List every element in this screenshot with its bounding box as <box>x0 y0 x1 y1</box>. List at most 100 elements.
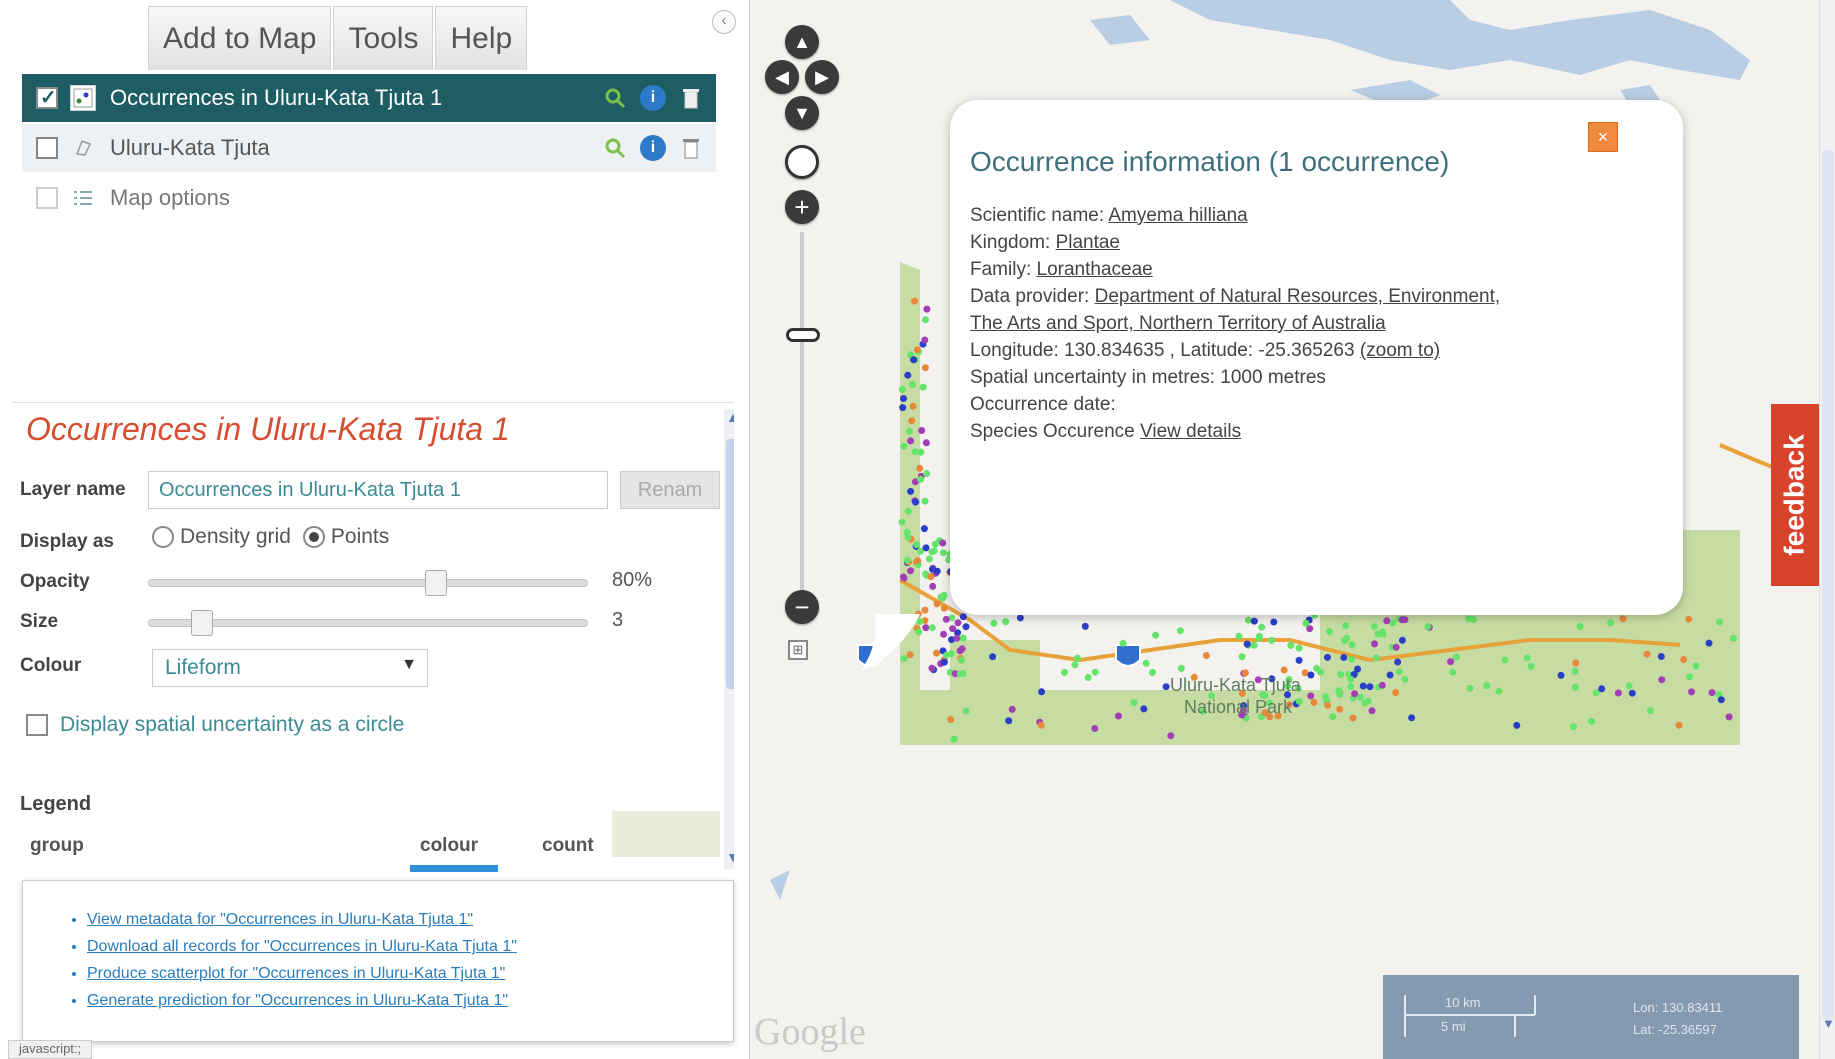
zoom-world-button[interactable] <box>785 145 819 179</box>
occurrence-point[interactable] <box>1685 615 1693 623</box>
map-view[interactable]: ▲ ◀ ▶ ▼ + − ⊞ Uluru-Kata Tjuta National … <box>750 0 1835 1059</box>
occurrence-point[interactable] <box>939 549 947 557</box>
occurrence-point[interactable] <box>1628 689 1636 697</box>
occurrence-point[interactable] <box>1084 674 1092 681</box>
occurrence-point[interactable] <box>1238 653 1246 661</box>
occurrence-point[interactable] <box>1366 683 1374 691</box>
occurrence-point[interactable] <box>1325 628 1333 636</box>
legend-header-group[interactable]: group <box>30 835 84 857</box>
occurrence-point[interactable] <box>1341 637 1349 645</box>
occurrence-point[interactable] <box>1310 698 1318 706</box>
produce-scatterplot-link[interactable]: Produce scatterplot for "Occurrences in … <box>87 965 733 983</box>
occurrence-point[interactable] <box>903 556 911 564</box>
occurrence-point[interactable] <box>1081 622 1089 630</box>
occurrence-point[interactable] <box>1313 664 1321 672</box>
occurrence-point[interactable] <box>940 604 948 612</box>
occurrence-point[interactable] <box>913 346 921 354</box>
occurrence-point[interactable] <box>1675 721 1683 729</box>
occurrence-point[interactable] <box>954 619 962 627</box>
chevron-left-icon[interactable]: ‹ <box>712 10 736 34</box>
occurrence-point[interactable] <box>1647 707 1654 715</box>
occurrence-point[interactable] <box>1008 705 1016 713</box>
rename-button[interactable]: Renam <box>620 471 720 509</box>
occurrence-point[interactable] <box>921 497 929 505</box>
size-slider[interactable] <box>148 610 588 636</box>
occurrence-point[interactable] <box>1348 641 1356 649</box>
occurrence-point[interactable] <box>1335 687 1343 695</box>
map-scroll-thumb[interactable] <box>1822 150 1834 1020</box>
scientific-name-link[interactable]: Amyema hilliana <box>1108 205 1247 226</box>
legend-header-colour[interactable]: colour <box>420 835 478 857</box>
occurrence-point[interactable] <box>930 547 938 555</box>
occurrence-point[interactable] <box>922 544 930 552</box>
occurrence-point[interactable] <box>943 651 950 659</box>
occurrence-point[interactable] <box>916 464 924 472</box>
occurrence-point[interactable] <box>1336 705 1344 713</box>
occurrence-point[interactable] <box>1307 692 1315 700</box>
occurrence-point[interactable] <box>1324 653 1331 661</box>
occurrence-point[interactable] <box>956 670 964 678</box>
occurrence-point[interactable] <box>1557 671 1565 679</box>
occurrence-point[interactable] <box>1115 712 1122 720</box>
occurrence-point[interactable] <box>1501 656 1509 664</box>
occurrence-point[interactable] <box>1452 653 1460 661</box>
occurrence-point[interactable] <box>1176 627 1184 635</box>
occurrence-point[interactable] <box>899 404 907 412</box>
feedback-tab[interactable]: feedback <box>1771 404 1819 586</box>
menu-tab-help[interactable]: Help <box>435 6 528 70</box>
occurrence-point[interactable] <box>959 613 967 621</box>
occurrence-point[interactable] <box>958 656 966 664</box>
occurrence-point[interactable] <box>1688 688 1695 696</box>
occurrence-point[interactable] <box>904 533 912 541</box>
opacity-slider-thumb[interactable] <box>424 570 447 596</box>
data-provider-link[interactable]: Department of Natural Resources, Environ… <box>1095 286 1501 307</box>
occurrence-point[interactable] <box>1357 693 1365 701</box>
occurrence-point[interactable] <box>921 336 929 344</box>
occurrence-point[interactable] <box>939 539 947 547</box>
occurrence-point[interactable] <box>940 591 948 599</box>
occurrence-point[interactable] <box>962 623 970 631</box>
occurrence-point[interactable] <box>931 540 939 548</box>
occurrence-point[interactable] <box>940 630 948 638</box>
occurrence-point[interactable] <box>1287 641 1295 649</box>
occurrence-point[interactable] <box>907 437 915 445</box>
occurrence-point[interactable] <box>1658 676 1666 684</box>
occurrence-point[interactable] <box>1295 656 1303 664</box>
occurrence-point[interactable] <box>922 316 930 324</box>
occurrence-point[interactable] <box>1347 683 1355 691</box>
occurrence-point[interactable] <box>918 427 926 434</box>
occurrence-point[interactable] <box>1130 699 1138 706</box>
occurrence-point[interactable] <box>1177 664 1185 672</box>
occurrence-point[interactable] <box>1571 667 1579 675</box>
occurrence-point[interactable] <box>1119 639 1127 647</box>
density-grid-radio[interactable] <box>152 526 174 548</box>
download-records-link[interactable]: Download all records for "Occurrences in… <box>87 938 733 956</box>
occurrence-point[interactable] <box>1571 683 1579 691</box>
occurrence-point[interactable] <box>907 567 915 575</box>
occurrence-point[interactable] <box>911 297 919 305</box>
occurrence-point[interactable] <box>1398 636 1406 644</box>
layer-visibility-checkbox[interactable] <box>36 137 58 159</box>
zoom-slider-track[interactable] <box>800 232 804 602</box>
occurrence-point[interactable] <box>1162 683 1170 691</box>
occurrence-point[interactable] <box>1002 618 1010 626</box>
generate-prediction-link[interactable]: Generate prediction for "Occurrences in … <box>87 992 733 1010</box>
occurrence-point[interactable] <box>1686 673 1694 681</box>
scroll-up-icon[interactable]: ▲ <box>724 409 734 425</box>
occurrence-point[interactable] <box>914 557 922 565</box>
occurrence-point[interactable] <box>1167 732 1175 740</box>
zoom-out-button[interactable]: − <box>785 590 819 624</box>
occurrence-point[interactable] <box>1657 653 1665 660</box>
occurrence-point[interactable] <box>1576 623 1584 631</box>
occurrence-point[interactable] <box>922 439 930 447</box>
kingdom-link[interactable]: Plantae <box>1056 232 1120 253</box>
occurrence-point[interactable] <box>1729 634 1737 642</box>
occurrence-point[interactable] <box>900 442 908 450</box>
occurrence-point[interactable] <box>919 383 927 391</box>
occurrence-point[interactable] <box>1371 640 1379 648</box>
occurrence-point[interactable] <box>921 364 929 372</box>
occurrence-point[interactable] <box>1372 654 1380 662</box>
occurrence-point[interactable] <box>1725 713 1733 721</box>
occurrence-point[interactable] <box>1348 655 1355 663</box>
view-details-link[interactable]: View details <box>1140 421 1241 442</box>
